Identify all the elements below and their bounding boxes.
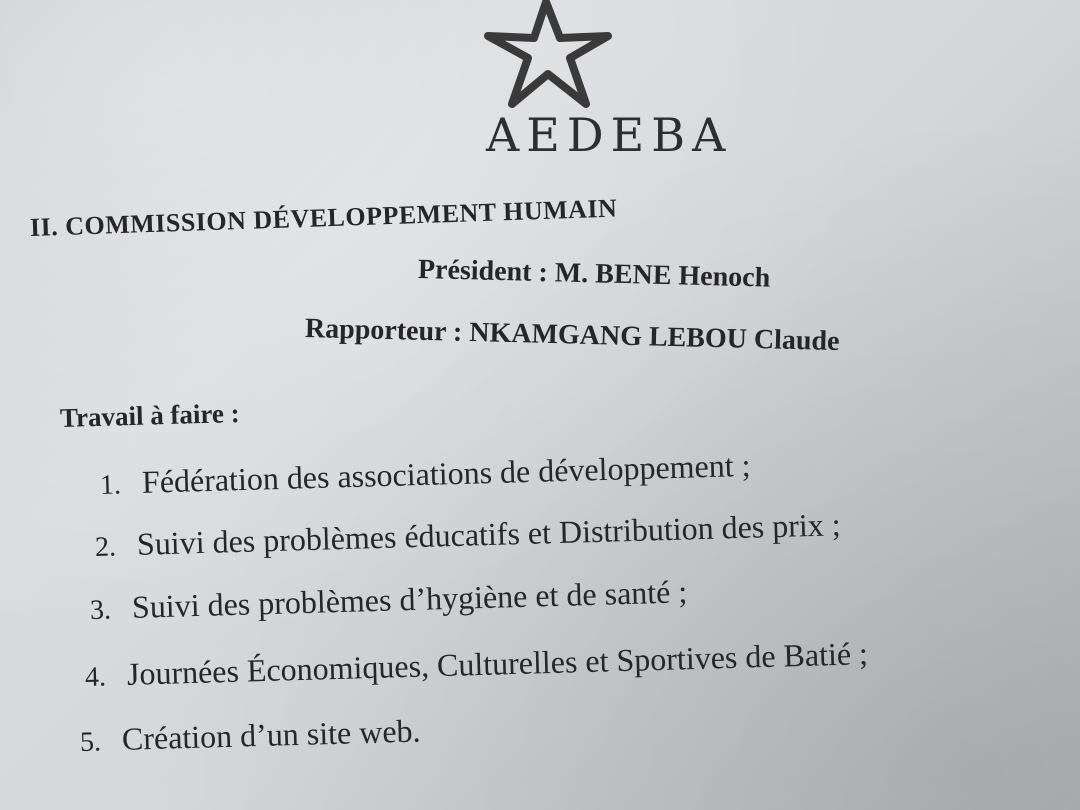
list-item: 5. Création d’un site web. — [79, 712, 421, 758]
item-text: Suivi des problèmes éducatifs et Distrib… — [136, 506, 842, 562]
item-number: 2. — [94, 531, 117, 563]
list-item: 1. Fédération des associations de dévelop… — [99, 446, 751, 502]
item-text: Suivi des problèmes d’hygiène et de sant… — [131, 573, 688, 625]
item-number: 5. — [79, 726, 102, 758]
item-text: Fédération des associations de développe… — [141, 446, 751, 500]
president-line: Président : M. BENE Henoch — [417, 254, 771, 294]
item-number: 3. — [89, 594, 112, 626]
list-item: 3. Suivi des problèmes d’hygiène et de sa… — [89, 573, 688, 627]
item-text: Journées Économiques, Culturelles et Spo… — [126, 635, 869, 692]
list-item: 2. Suivi des problèmes éducatifs et Distr… — [94, 506, 841, 564]
section-title: II. COMMISSION DÉVELOPPEMENT HUMAIN — [29, 193, 618, 242]
item-number: 1. — [99, 469, 122, 501]
item-number: 4. — [84, 661, 107, 693]
document-page: II. COMMISSION DÉVELOPPEMENT HUMAIN Prés… — [0, 0, 1080, 810]
todo-heading: Travail à faire : — [59, 397, 241, 433]
rapporteur-line: Rapporteur : NKAMGANG LEBOU Claude — [304, 313, 840, 358]
list-item: 4. Journées Économiques, Culturelles et S… — [84, 635, 869, 694]
item-text: Création d’un site web. — [121, 712, 421, 757]
